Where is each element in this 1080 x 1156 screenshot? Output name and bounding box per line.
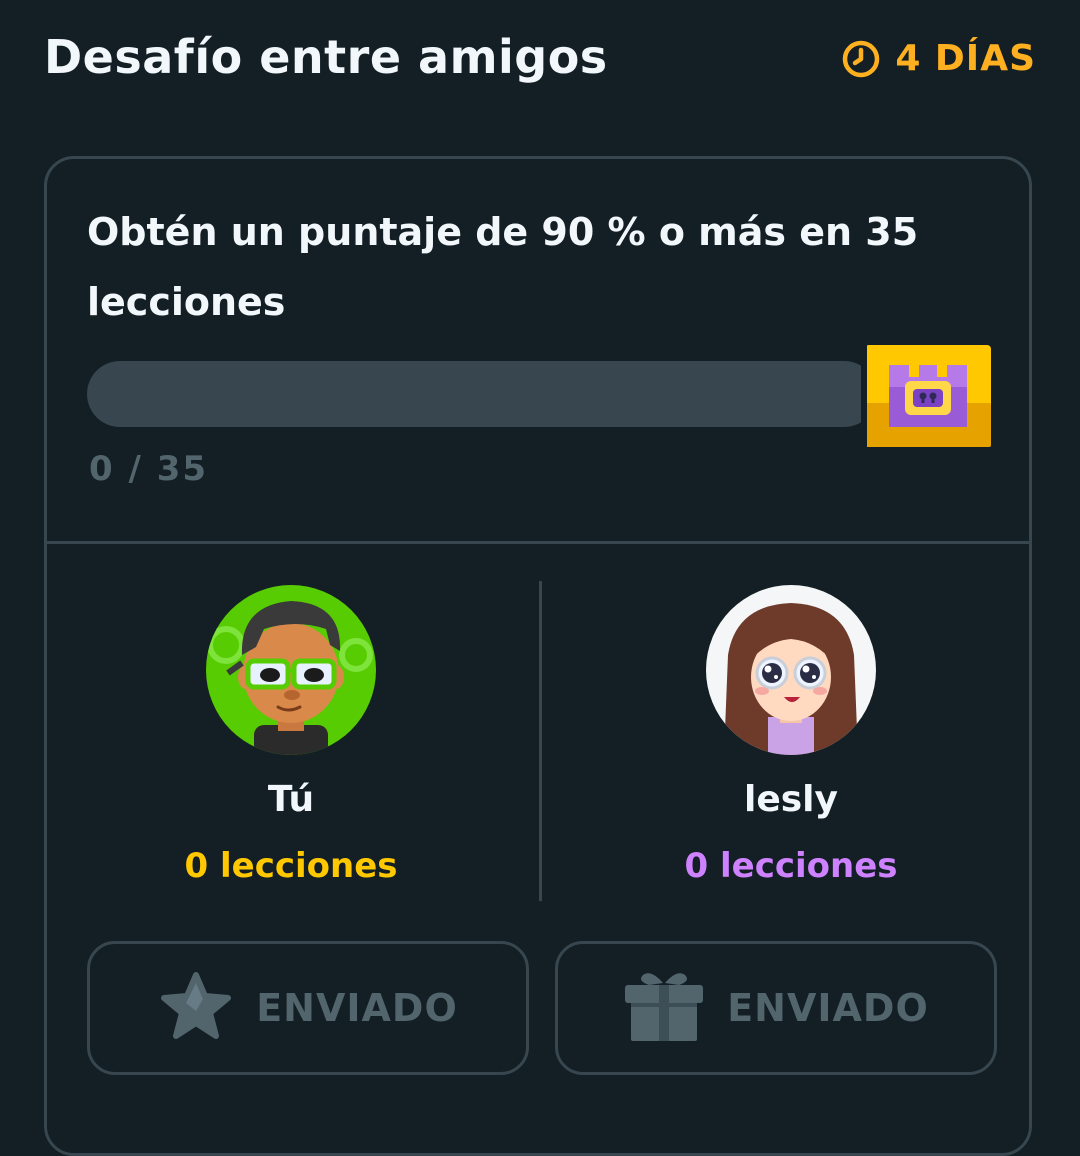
send-gift-label: ENVIADO <box>727 986 929 1030</box>
player-score: 0 lecciones <box>184 846 398 886</box>
player-friend: lesly 0 lecciones <box>641 585 941 886</box>
send-encouragement-label: ENVIADO <box>256 986 458 1030</box>
challenge-card: Obtén un puntaje de 90 % o más en 35 lec… <box>44 156 1032 1156</box>
player-name: lesly <box>744 779 838 820</box>
player-you: Tú 0 lecciones <box>141 585 441 886</box>
time-remaining: 4 DÍAS <box>841 38 1036 79</box>
challenge-goal: Obtén un puntaje de 90 % o más en 35 lec… <box>87 210 919 324</box>
page-title: Desafío entre amigos <box>44 30 608 84</box>
player-name: Tú <box>267 779 315 820</box>
challenge-progress-bar <box>87 361 877 427</box>
player-score: 0 lecciones <box>684 846 898 886</box>
clock-icon <box>841 39 881 79</box>
send-encouragement-button[interactable]: ENVIADO <box>87 941 529 1075</box>
treasure-chest-icon <box>861 339 995 451</box>
gift-icon <box>623 969 705 1047</box>
time-remaining-label: 4 DÍAS <box>895 38 1036 79</box>
avatar-you[interactable] <box>206 585 376 755</box>
progress-count: 0 / 35 <box>89 449 209 489</box>
players-divider <box>539 581 542 901</box>
star-icon <box>158 971 234 1045</box>
send-gift-button[interactable]: ENVIADO <box>555 941 997 1075</box>
avatar-lesly[interactable] <box>706 585 876 755</box>
section-divider <box>47 541 1029 544</box>
